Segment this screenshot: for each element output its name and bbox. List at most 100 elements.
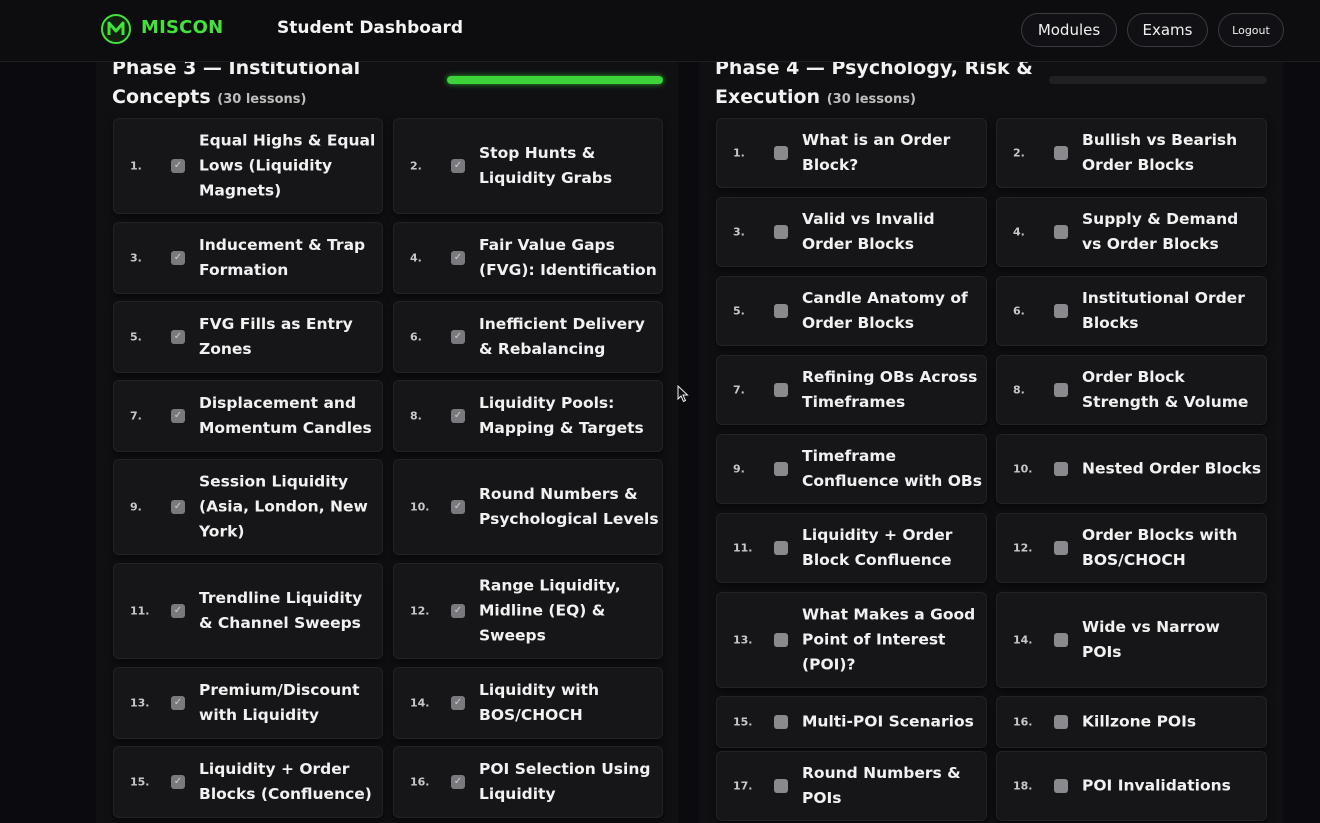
lesson-checkbox[interactable]: ✓: [1054, 383, 1068, 397]
lesson-card[interactable]: 5. ✓ FVG Fills as Entry Zones: [113, 301, 383, 373]
lesson-card[interactable]: 4. ✓ Fair Value Gaps (FVG): Identification: [393, 222, 663, 294]
lesson-number: 13.: [733, 633, 753, 647]
lesson-checkbox[interactable]: ✓: [451, 409, 465, 423]
lesson-title: Equal Highs & Equal Lows (Liquidity Magn…: [199, 131, 376, 200]
lesson-number: 15.: [130, 775, 150, 789]
lesson-checkbox[interactable]: ✓: [451, 159, 465, 173]
lesson-title: Order Block Strength & Volume: [1082, 368, 1249, 411]
lesson-card[interactable]: 16. ✓ POI Selection Using Liquidity: [393, 746, 663, 818]
lesson-card[interactable]: 17. ✓ Round Numbers & POIs: [716, 751, 987, 821]
lesson-card[interactable]: 1. ✓ Equal Highs & Equal Lows (Liquidity M…: [113, 118, 383, 214]
lesson-card[interactable]: 13. ✓ Premium/Discount with Liquidity: [113, 667, 383, 739]
lesson-checkbox[interactable]: ✓: [774, 715, 788, 729]
lesson-card[interactable]: 2. ✓ Stop Hunts & Liquidity Grabs: [393, 118, 663, 214]
lesson-checkbox[interactable]: ✓: [171, 159, 185, 173]
phase-title: Phase 4 — Psychology, Risk & Execution (…: [715, 62, 1045, 114]
lesson-card[interactable]: 15. ✓ Multi-POI Scenarios: [716, 696, 987, 748]
lesson-checkbox[interactable]: ✓: [1054, 304, 1068, 318]
lesson-checkbox[interactable]: ✓: [1054, 633, 1068, 647]
lesson-card[interactable]: 15. ✓ Liquidity + Order Blocks (Confluence…: [113, 746, 383, 818]
phase-title: Phase 3 — Institutional Concepts (30 les…: [112, 62, 412, 114]
lesson-card[interactable]: 8. ✓ Liquidity Pools: Mapping & Targets: [393, 380, 663, 452]
lesson-checkbox[interactable]: ✓: [1054, 779, 1068, 793]
lesson-checkbox[interactable]: ✓: [451, 500, 465, 514]
brand-name[interactable]: MISCON: [141, 17, 223, 38]
lesson-card[interactable]: 12. ✓ Range Liquidity, Midline (EQ) & Swee…: [393, 563, 663, 659]
lesson-number: 7.: [733, 383, 745, 397]
lesson-card[interactable]: 18. ✓ POI Invalidations: [996, 751, 1267, 821]
lesson-checkbox[interactable]: ✓: [1054, 715, 1068, 729]
lesson-number: 10.: [410, 500, 430, 514]
lesson-card[interactable]: 5. ✓ Candle Anatomy of Order Blocks: [716, 276, 987, 346]
lesson-count: (30 lessons): [217, 92, 307, 107]
lesson-card[interactable]: 6. ✓ Institutional Order Blocks: [996, 276, 1267, 346]
lesson-title: POI Invalidations: [1082, 776, 1231, 795]
lesson-checkbox[interactable]: ✓: [774, 304, 788, 318]
lesson-title: POI Selection Using Liquidity: [479, 760, 651, 803]
lesson-number: 11.: [130, 604, 150, 618]
lesson-card[interactable]: 12. ✓ Order Blocks with BOS/CHOCH: [996, 513, 1267, 583]
lesson-checkbox[interactable]: ✓: [774, 462, 788, 476]
modules-button[interactable]: Modules: [1021, 13, 1117, 47]
lesson-title: Inducement & Trap Formation: [199, 236, 366, 279]
lesson-checkbox[interactable]: ✓: [774, 146, 788, 160]
lesson-checkbox[interactable]: ✓: [774, 779, 788, 793]
miscon-logo-icon[interactable]: [100, 13, 132, 45]
logout-button[interactable]: Logout: [1218, 13, 1284, 47]
lesson-checkbox[interactable]: ✓: [1054, 541, 1068, 555]
lesson-checkbox[interactable]: ✓: [451, 330, 465, 344]
lesson-checkbox[interactable]: ✓: [451, 604, 465, 618]
lesson-checkbox[interactable]: ✓: [451, 251, 465, 265]
lesson-checkbox[interactable]: ✓: [774, 383, 788, 397]
lesson-card[interactable]: 4. ✓ Supply & Demand vs Order Blocks: [996, 197, 1267, 267]
phase-progress-bar: [447, 76, 663, 84]
lesson-card[interactable]: 2. ✓ Bullish vs Bearish Order Blocks: [996, 118, 1267, 188]
lesson-title: Liquidity Pools: Mapping & Targets: [479, 394, 644, 437]
lesson-checkbox[interactable]: ✓: [171, 251, 185, 265]
lesson-card[interactable]: 10. ✓ Nested Order Blocks: [996, 434, 1267, 504]
lesson-title: Valid vs Invalid Order Blocks: [802, 210, 935, 253]
lesson-card[interactable]: 14. ✓ Liquidity with BOS/CHOCH: [393, 667, 663, 739]
lesson-number: 3.: [733, 225, 745, 239]
lesson-card[interactable]: 8. ✓ Order Block Strength & Volume: [996, 355, 1267, 425]
lesson-checkbox[interactable]: ✓: [1054, 146, 1068, 160]
lesson-number: 9.: [733, 462, 745, 476]
lesson-card[interactable]: 9. ✓ Session Liquidity (Asia, London, New …: [113, 459, 383, 555]
lesson-card[interactable]: 3. ✓ Valid vs Invalid Order Blocks: [716, 197, 987, 267]
exams-button[interactable]: Exams: [1127, 13, 1208, 47]
lesson-card[interactable]: 16. ✓ Killzone POIs: [996, 696, 1267, 748]
lesson-card[interactable]: 6. ✓ Inefficient Delivery & Rebalancing: [393, 301, 663, 373]
lesson-card[interactable]: 11. ✓ Trendline Liquidity & Channel Sweeps: [113, 563, 383, 659]
lesson-card[interactable]: 13. ✓ What Makes a Good Point of Interest …: [716, 592, 987, 688]
lesson-title: Killzone POIs: [1082, 712, 1197, 731]
lesson-checkbox[interactable]: ✓: [1054, 225, 1068, 239]
lesson-number: 12.: [410, 604, 430, 618]
lesson-checkbox[interactable]: ✓: [451, 696, 465, 710]
lesson-checkbox[interactable]: ✓: [774, 541, 788, 555]
lesson-checkbox[interactable]: ✓: [171, 775, 185, 789]
lesson-checkbox[interactable]: ✓: [171, 330, 185, 344]
lesson-checkbox[interactable]: ✓: [171, 409, 185, 423]
lesson-card[interactable]: 10. ✓ Round Numbers & Psychological Levels: [393, 459, 663, 555]
lesson-checkbox[interactable]: ✓: [451, 775, 465, 789]
lesson-checkbox[interactable]: ✓: [171, 500, 185, 514]
lesson-title: What is an Order Block?: [802, 131, 951, 174]
lesson-card[interactable]: 11. ✓ Liquidity + Order Block Confluence: [716, 513, 987, 583]
lesson-card[interactable]: 14. ✓ Wide vs Narrow POIs: [996, 592, 1267, 688]
lesson-card[interactable]: 1. ✓ What is an Order Block?: [716, 118, 987, 188]
lesson-number: 15.: [733, 715, 753, 729]
lesson-checkbox[interactable]: ✓: [171, 604, 185, 618]
lesson-number: 16.: [1013, 715, 1033, 729]
lesson-checkbox[interactable]: ✓: [774, 225, 788, 239]
lesson-title: Liquidity + Order Blocks (Confluence): [199, 760, 372, 803]
lesson-card[interactable]: 7. ✓ Refining OBs Across Timeframes: [716, 355, 987, 425]
lesson-checkbox[interactable]: ✓: [1054, 462, 1068, 476]
lesson-card[interactable]: 3. ✓ Inducement & Trap Formation: [113, 222, 383, 294]
lesson-card[interactable]: 9. ✓ Timeframe Confluence with OBs: [716, 434, 987, 504]
phase-progress-bar: [1049, 76, 1267, 84]
lesson-title: Session Liquidity (Asia, London, New Yor…: [199, 472, 368, 541]
lesson-checkbox[interactable]: ✓: [171, 696, 185, 710]
lesson-checkbox[interactable]: ✓: [774, 633, 788, 647]
lesson-title: Range Liquidity, Midline (EQ) & Sweeps: [479, 576, 621, 645]
lesson-card[interactable]: 7. ✓ Displacement and Momentum Candles: [113, 380, 383, 452]
